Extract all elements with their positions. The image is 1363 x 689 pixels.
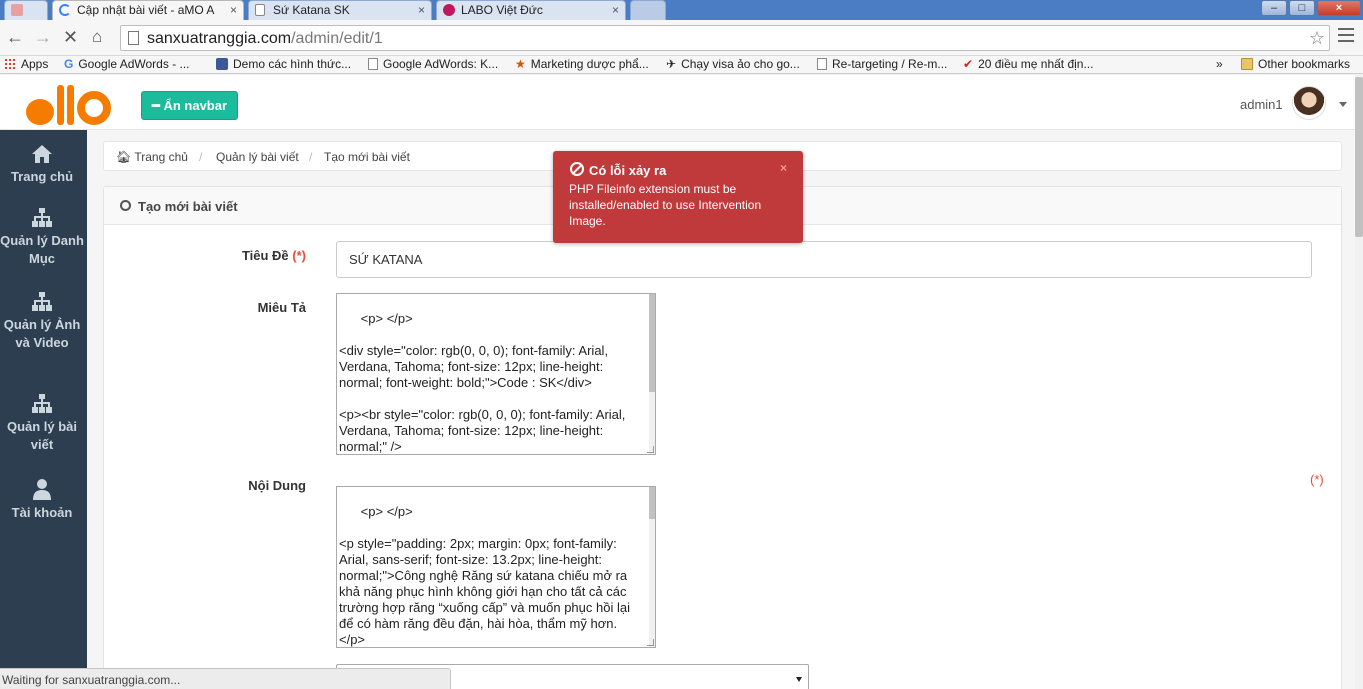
tab-close-icon[interactable]: × <box>230 3 237 17</box>
window-close-icon[interactable]: × <box>1317 0 1361 16</box>
other-bookmarks[interactable]: Other bookmarks <box>1241 57 1350 71</box>
tab-close-icon[interactable]: × <box>418 3 425 17</box>
create-post-panel: Tạo mới bài viết Tiêu Đề (*) Miêu Tả <p>… <box>103 186 1342 689</box>
tab-edit-post[interactable]: Cập nhật bài viết - aMO A × <box>52 0 244 20</box>
google-icon: G <box>64 57 74 71</box>
breadcrumb-posts[interactable]: Quản lý bài viết <box>216 150 299 164</box>
address-bar[interactable]: sanxuatranggia.com/admin/edit/1 ☆ <box>120 25 1330 51</box>
sitemap-icon <box>32 208 52 227</box>
tab-label: LABO Việt Đức <box>461 3 543 17</box>
alert-message: PHP Fileinfo extension must be installed… <box>569 182 762 228</box>
labo-favicon-icon <box>443 4 455 16</box>
bookmarks-bar: Apps G Google AdWords - ... Demo các hình… <box>0 56 1363 74</box>
url-text[interactable]: sanxuatranggia.com/admin/edit/1 <box>147 30 383 48</box>
textarea-scrollbar[interactable] <box>649 294 655 454</box>
sidebar: Trang chủ Quản lý Danh Mục Quản lý Ảnh v… <box>0 130 87 689</box>
star-icon: ★ <box>515 57 526 71</box>
resize-handle-icon[interactable] <box>647 446 654 453</box>
page-icon <box>368 58 378 70</box>
sidebar-item-account[interactable]: Tài khoản <box>0 478 84 522</box>
bookmarks-overflow-chevron[interactable]: » <box>1216 57 1223 71</box>
description-label: Miêu Tả <box>257 300 306 315</box>
sitemap-icon <box>32 394 52 413</box>
breadcrumb-current: Tạo mới bài viết <box>324 150 410 164</box>
forward-arrow-icon[interactable]: → <box>34 27 52 47</box>
description-textarea[interactable]: <p> </p> <div style="color: rgb(0, 0, 0)… <box>336 293 656 455</box>
bookmark-demo[interactable]: Demo các hình thức... <box>216 57 351 71</box>
browser-tab-strip: Cập nhật bài viết - aMO A × Sứ Katana SK… <box>0 0 1363 20</box>
window-controls: – □ × <box>1259 0 1361 16</box>
content-required-note: (*) <box>1310 472 1324 487</box>
amo-logo[interactable] <box>26 83 111 125</box>
alert-close-button[interactable]: × <box>780 161 787 175</box>
home-icon: 🏠︎ <box>116 150 135 164</box>
home-icon <box>32 145 52 163</box>
bookmark-20-dieu[interactable]: ✔ 20 điều mẹ nhất địn... <box>963 57 1093 71</box>
browser-menu-icon[interactable] <box>1338 28 1354 46</box>
page-scrollbar[interactable] <box>1355 75 1363 689</box>
bookmark-retargeting[interactable]: Re-targeting / Re-m... <box>817 57 947 71</box>
sidebar-item-media[interactable]: Quản lý Ảnh và Video <box>0 292 84 352</box>
folder-icon <box>1241 58 1253 70</box>
chevron-down-icon <box>796 677 802 682</box>
page-icon <box>255 4 265 16</box>
username[interactable]: admin1 <box>1240 97 1283 112</box>
tab-label: Sứ Katana SK <box>273 3 350 17</box>
avatar[interactable] <box>1292 86 1326 120</box>
bookmark-apps[interactable]: Apps <box>4 57 48 71</box>
tab-pinned[interactable] <box>4 0 48 20</box>
alert-title: Có lỗi xảy ra <box>589 163 667 178</box>
stop-loading-icon[interactable]: ✕ <box>63 27 78 47</box>
bookmark-adwords-k[interactable]: Google AdWords: K... <box>368 57 498 71</box>
tab-label: Cập nhật bài viết - aMO A <box>77 3 215 17</box>
sidebar-item-categories[interactable]: Quản lý Danh Mục <box>0 208 84 268</box>
facebook-icon <box>216 58 228 70</box>
ban-icon <box>570 162 584 176</box>
app-header: ━ Ẩn navbar admin1 <box>0 75 1355 130</box>
minimize-icon[interactable]: – <box>1261 0 1287 16</box>
bookmark-icon: ✈ <box>666 57 677 71</box>
tab-katana[interactable]: Sứ Katana SK × <box>248 0 432 20</box>
title-label: Tiêu Đề (*) <box>241 248 306 263</box>
home-icon[interactable]: ⌂ <box>92 27 102 47</box>
sitemap-icon <box>32 292 52 311</box>
sidebar-item-posts[interactable]: Quản lý bài viết <box>0 394 84 454</box>
breadcrumb-separator: / <box>199 150 203 164</box>
chevron-down-icon[interactable] <box>1339 102 1347 107</box>
browser-toolbar: ← → ✕ ⌂ sanxuatranggia.com/admin/edit/1 … <box>0 20 1363 56</box>
hide-navbar-button[interactable]: ━ Ẩn navbar <box>141 91 239 120</box>
error-alert: Có lỗi xảy ra × PHP Fileinfo extension m… <box>553 151 803 243</box>
panel-title: Tạo mới bài viết <box>138 199 238 214</box>
tab-favicon <box>11 4 23 16</box>
browser-status-bar: Waiting for sanxuatranggia.com... <box>0 668 451 689</box>
required-mark: (*) <box>292 248 306 263</box>
breadcrumb-separator: / <box>309 150 313 164</box>
title-input[interactable] <box>336 241 1312 278</box>
bookmark-google-adwords[interactable]: G Google AdWords - ... <box>64 57 190 71</box>
arrow-circle-icon <box>120 200 131 211</box>
page-info-icon[interactable] <box>128 31 139 45</box>
content-textarea[interactable]: <p> </p> <p style="padding: 2px; margin:… <box>336 486 656 648</box>
loading-spinner-icon <box>59 4 71 16</box>
bookmark-star-icon[interactable]: ☆ <box>1309 28 1325 49</box>
tab-close-icon[interactable]: × <box>612 3 619 17</box>
maximize-icon[interactable]: □ <box>1289 0 1315 16</box>
tab-labo[interactable]: LABO Việt Đức × <box>436 0 626 20</box>
back-arrow-icon[interactable]: ← <box>6 27 24 47</box>
bookmark-marketing[interactable]: ★ Marketing dược phẩ... <box>515 57 649 71</box>
page-icon <box>817 58 827 70</box>
resize-handle-icon[interactable] <box>647 639 654 646</box>
content-label: Nội Dung <box>248 478 306 493</box>
bookmark-visa[interactable]: ✈ Chạy visa ảo cho go... <box>666 57 800 71</box>
apps-grid-icon <box>4 58 16 70</box>
user-icon <box>33 479 51 500</box>
check-icon: ✔ <box>963 57 974 71</box>
minus-icon: ━ <box>152 98 164 113</box>
breadcrumb-home[interactable]: 🏠︎ Trang chủ <box>116 150 188 164</box>
textarea-scrollbar[interactable] <box>649 487 655 647</box>
sidebar-item-home[interactable]: Trang chủ <box>0 144 84 186</box>
new-tab-button[interactable] <box>630 0 666 20</box>
